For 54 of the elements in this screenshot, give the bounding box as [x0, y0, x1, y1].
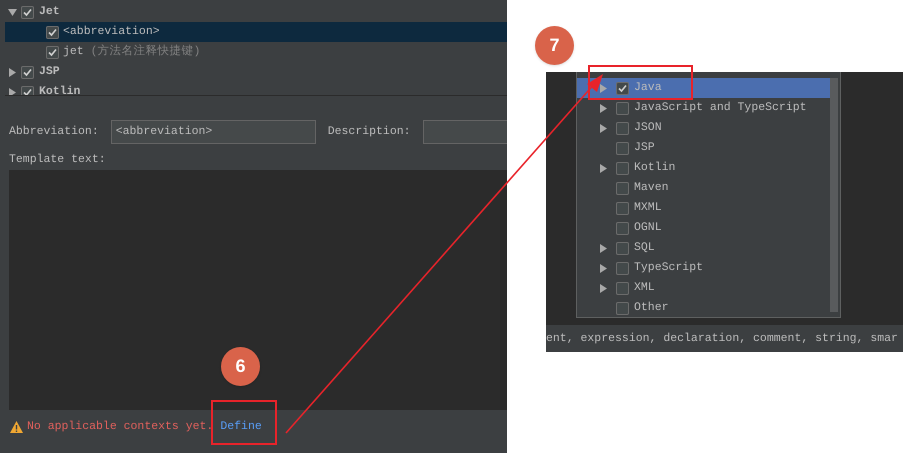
checkbox[interactable]: [46, 46, 59, 58]
scrollbar[interactable]: [830, 78, 838, 312]
checkbox[interactable]: [21, 86, 34, 95]
context-item[interactable]: MXML: [577, 198, 830, 218]
checkbox[interactable]: [616, 242, 629, 254]
define-link[interactable]: Define: [220, 418, 262, 436]
warning-text: No applicable contexts yet.: [27, 419, 214, 435]
checkbox[interactable]: [616, 82, 629, 94]
checkbox[interactable]: [616, 222, 629, 234]
field-label: Description:: [328, 124, 411, 140]
tree-item[interactable]: Kotlin: [5, 82, 507, 95]
checkbox[interactable]: [616, 262, 629, 274]
checkbox[interactable]: [616, 182, 629, 194]
contexts-text: ent, expression, declaration, comment, string, smar: [546, 330, 898, 347]
checkbox[interactable]: [46, 26, 59, 38]
input-field[interactable]: <abbreviation>: [110, 120, 316, 144]
checkbox[interactable]: [616, 302, 629, 314]
field-label: Abbreviation:: [9, 124, 99, 140]
tree-item[interactable]: Jet: [5, 2, 507, 22]
expand-arrow-icon[interactable]: [8, 88, 17, 95]
context-item[interactable]: Other: [577, 298, 830, 318]
checkbox[interactable]: [21, 6, 34, 18]
context-item[interactable]: JSON: [577, 118, 830, 138]
highlight-frame: [211, 400, 277, 445]
checkbox[interactable]: [616, 202, 629, 214]
context-item[interactable]: SQL: [577, 238, 830, 258]
context-item[interactable]: TypeScript: [577, 258, 830, 278]
checkbox[interactable]: [616, 282, 629, 294]
checkbox[interactable]: [616, 142, 629, 154]
expand-arrow-icon[interactable]: [599, 264, 608, 272]
context-item[interactable]: JavaScript and TypeScript: [577, 98, 830, 118]
tree-item[interactable]: jet (方法名注释快捷键): [5, 42, 507, 62]
checkbox[interactable]: [616, 122, 629, 134]
warning-icon: [10, 420, 23, 433]
context-item[interactable]: Kotlin: [577, 158, 830, 178]
expand-arrow-icon[interactable]: [599, 124, 608, 132]
context-item[interactable]: OGNL: [577, 218, 830, 238]
checkbox[interactable]: [616, 102, 629, 114]
context-item[interactable]: Maven: [577, 178, 830, 198]
collapse-arrow-icon[interactable]: [8, 8, 17, 16]
tree-item[interactable]: JSP: [5, 62, 507, 82]
input-field[interactable]: [422, 120, 507, 144]
expand-arrow-icon[interactable]: [8, 68, 17, 76]
context-item[interactable]: JSP: [577, 138, 830, 158]
expand-arrow-icon[interactable]: [599, 284, 608, 292]
tree-item[interactable]: <abbreviation>: [5, 22, 507, 42]
context-item[interactable]: XML: [577, 278, 830, 298]
expand-arrow-icon[interactable]: [599, 244, 608, 252]
field-label: Template text:: [8, 153, 107, 167]
checkbox[interactable]: [21, 66, 34, 78]
expand-arrow-icon[interactable]: [599, 164, 608, 172]
step-badge: 7: [535, 26, 574, 65]
expand-arrow-icon[interactable]: [599, 104, 608, 112]
checkbox[interactable]: [616, 162, 629, 174]
